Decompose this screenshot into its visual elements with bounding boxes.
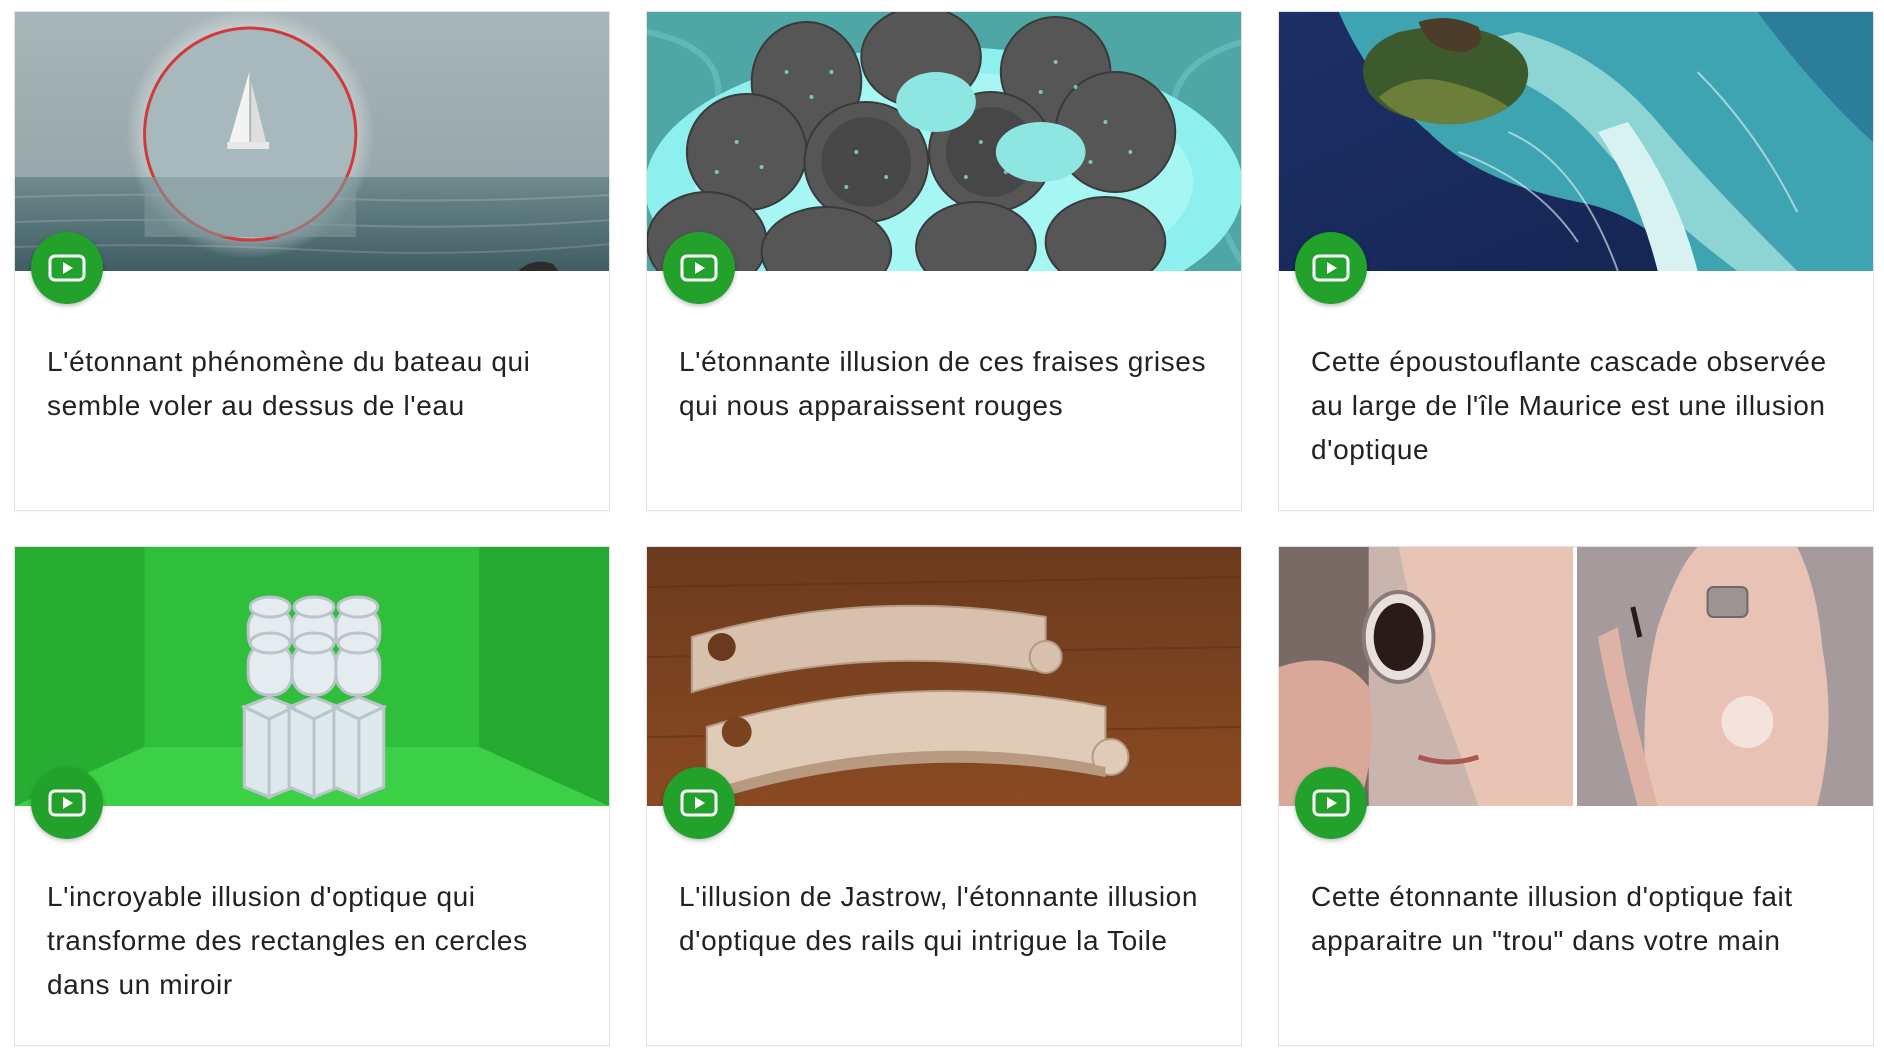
article-card[interactable]: L'incroyable illusion d'optique qui tran… bbox=[14, 546, 610, 1046]
video-play-button[interactable] bbox=[1295, 232, 1367, 304]
video-play-button[interactable] bbox=[31, 232, 103, 304]
jastrow-wooden-rails-photo[interactable] bbox=[647, 547, 1241, 806]
grey-strawberries-photo[interactable] bbox=[647, 12, 1241, 271]
video-play-button[interactable] bbox=[663, 767, 735, 839]
article-card[interactable]: Cette étonnante illusion d'optique fait … bbox=[1278, 546, 1874, 1046]
article-title[interactable]: L'illusion de Jastrow, l'étonnante illus… bbox=[679, 875, 1213, 963]
video-play-button[interactable] bbox=[663, 232, 735, 304]
article-card[interactable]: L'étonnante illusion de ces fraises gris… bbox=[646, 11, 1242, 511]
article-card[interactable]: Cette époustouflante cascade observée au… bbox=[1278, 11, 1874, 511]
video-play-icon bbox=[48, 789, 86, 817]
article-title[interactable]: L'étonnante illusion de ces fraises gris… bbox=[679, 340, 1213, 428]
article-title[interactable]: L'étonnant phénomène du bateau qui sembl… bbox=[47, 340, 581, 428]
video-play-icon bbox=[680, 789, 718, 817]
video-play-icon bbox=[48, 254, 86, 282]
article-card[interactable]: L'étonnant phénomène du bateau qui sembl… bbox=[14, 11, 610, 511]
video-play-icon bbox=[680, 254, 718, 282]
article-title[interactable]: L'incroyable illusion d'optique qui tran… bbox=[47, 875, 581, 1007]
article-title[interactable]: Cette étonnante illusion d'optique fait … bbox=[1311, 875, 1845, 963]
video-play-icon bbox=[1312, 789, 1350, 817]
video-play-icon bbox=[1312, 254, 1350, 282]
sailboat-over-sea-photo[interactable] bbox=[15, 12, 609, 271]
article-title[interactable]: Cette époustouflante cascade observée au… bbox=[1311, 340, 1845, 472]
hole-in-hand-photo[interactable] bbox=[1279, 547, 1873, 806]
video-play-button[interactable] bbox=[1295, 767, 1367, 839]
mauritius-underwater-waterfall-photo[interactable] bbox=[1279, 12, 1873, 271]
rectangles-circles-mirror-photo[interactable] bbox=[15, 547, 609, 806]
video-play-button[interactable] bbox=[31, 767, 103, 839]
article-card[interactable]: L'illusion de Jastrow, l'étonnante illus… bbox=[646, 546, 1242, 1046]
article-grid: L'étonnant phénomène du bateau qui sembl… bbox=[0, 0, 1884, 1060]
